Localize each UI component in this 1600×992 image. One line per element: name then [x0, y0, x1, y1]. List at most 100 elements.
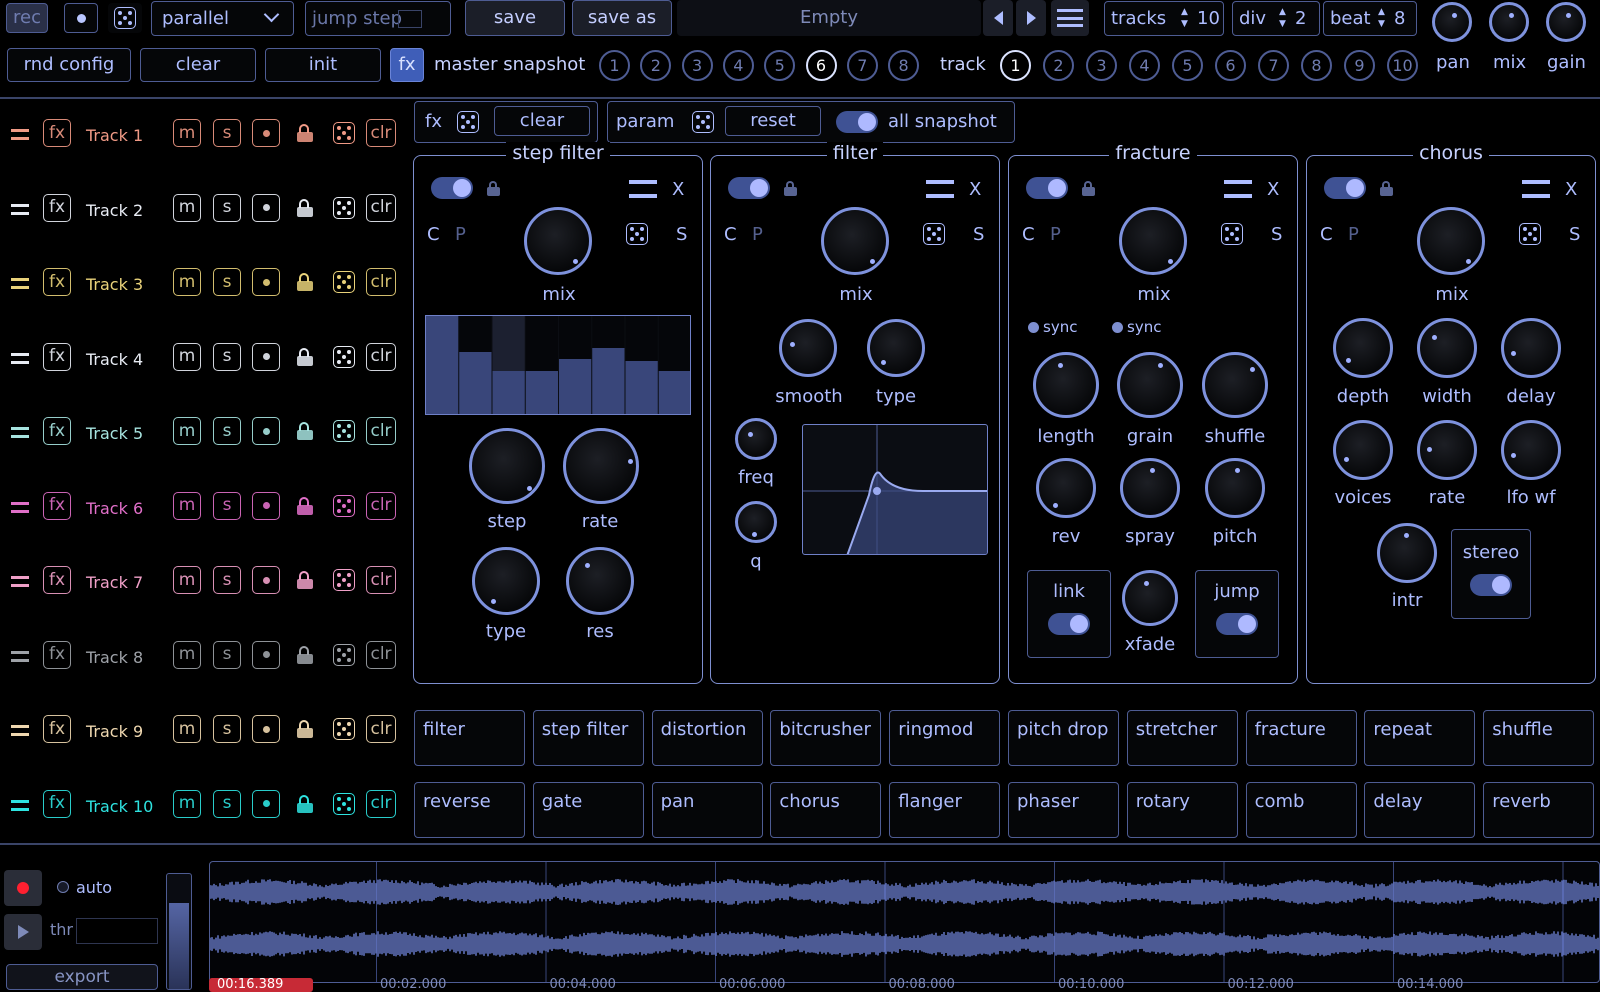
close-icon[interactable]: X	[969, 181, 981, 199]
random-button[interactable]	[108, 3, 142, 33]
filter-response-graph[interactable]	[802, 424, 988, 555]
track-clear-button[interactable]: clr	[366, 268, 396, 296]
track-random-button[interactable]	[333, 271, 355, 297]
reorder-handle-icon[interactable]	[629, 180, 657, 198]
track-solo-button[interactable]: s	[213, 342, 241, 371]
track-solo-button[interactable]: s	[213, 566, 241, 594]
track-fx-button[interactable]: fx	[43, 566, 71, 594]
lock-icon[interactable]	[296, 794, 314, 813]
track-record-button[interactable]	[252, 119, 280, 147]
fx-clear-button[interactable]: clear	[494, 106, 590, 136]
track-random-button[interactable]	[333, 420, 355, 446]
track-fx-button[interactable]: fx	[43, 119, 71, 147]
master-snapshot-8[interactable]: 8	[888, 50, 920, 81]
enable-toggle[interactable]	[1324, 177, 1366, 199]
reorder-handle-icon[interactable]	[926, 180, 954, 198]
mode-dropdown[interactable]: parallel	[151, 1, 294, 36]
mix-knob[interactable]	[1417, 207, 1485, 275]
track-clear-button[interactable]: clr	[366, 193, 396, 222]
track-record-button[interactable]	[252, 789, 280, 818]
track-fx-button[interactable]: fx	[43, 342, 71, 371]
thr-input[interactable]	[76, 918, 158, 944]
track-clear-button[interactable]: clr	[366, 491, 396, 520]
rate-knob[interactable]	[1417, 420, 1477, 480]
enable-toggle[interactable]	[431, 177, 473, 199]
track-clear-button[interactable]: clr	[366, 119, 396, 147]
step-bar[interactable]	[559, 359, 592, 415]
stepper-arrows-icon[interactable]: ▲ ▼	[1378, 6, 1385, 30]
track-fx-button[interactable]: fx	[43, 640, 71, 669]
lock-icon[interactable]	[296, 273, 314, 291]
fx-item-stretcher[interactable]: stretcher	[1126, 710, 1238, 766]
track-fx-button[interactable]: fx	[43, 491, 71, 520]
master-snapshot-5[interactable]: 5	[764, 50, 796, 81]
master-snapshot-6[interactable]: 6	[805, 50, 837, 81]
step-sequencer[interactable]	[425, 315, 691, 415]
type-knob[interactable]	[867, 319, 925, 377]
track-clear-button[interactable]: clr	[366, 342, 396, 371]
snapshot-s-button[interactable]: S	[973, 226, 984, 244]
reorder-handle-icon[interactable]	[1224, 180, 1252, 198]
track-mute-button[interactable]: m	[173, 640, 201, 669]
stepper-arrows-icon[interactable]: ▲ ▼	[1181, 6, 1188, 30]
fx-item-reverb[interactable]: reverb	[1483, 782, 1595, 838]
fx-item-pitch-drop[interactable]: pitch drop	[1008, 710, 1119, 766]
record-dot-button[interactable]	[64, 3, 98, 33]
track-mute-button[interactable]: m	[173, 789, 201, 818]
track-select-8[interactable]: 8	[1301, 50, 1332, 81]
master-gain-knob[interactable]	[1546, 2, 1586, 42]
track-record-button[interactable]	[252, 268, 280, 296]
fx-item-chorus[interactable]: chorus	[770, 782, 882, 838]
track-clear-button[interactable]: clr	[366, 640, 396, 669]
track-clear-button[interactable]: clr	[366, 417, 396, 445]
fx-item-pan[interactable]: pan	[651, 782, 763, 838]
track-mute-button[interactable]: m	[173, 193, 201, 222]
track-solo-button[interactable]: s	[213, 640, 241, 669]
track-solo-button[interactable]: s	[213, 268, 241, 296]
next-preset-button[interactable]	[1016, 0, 1046, 36]
snapshot-s-button[interactable]: S	[1271, 226, 1282, 244]
track-fx-button[interactable]: fx	[43, 789, 71, 818]
track-mute-button[interactable]: m	[173, 268, 201, 296]
lock-icon[interactable]	[783, 181, 798, 196]
close-icon[interactable]: X	[672, 181, 684, 199]
copy-button[interactable]: C	[1320, 226, 1333, 244]
play-button[interactable]	[4, 914, 42, 950]
track-mute-button[interactable]: m	[173, 342, 201, 371]
drag-handle-icon[interactable]	[11, 725, 29, 736]
master-snapshot-7[interactable]: 7	[846, 50, 878, 81]
fx-item-rotary[interactable]: rotary	[1126, 782, 1238, 838]
pitch-knob[interactable]	[1205, 458, 1265, 518]
track-fx-button[interactable]: fx	[43, 193, 71, 222]
fx-item-distortion[interactable]: distortion	[651, 710, 763, 766]
track-solo-button[interactable]: s	[213, 789, 241, 818]
track-mute-button[interactable]: m	[173, 119, 201, 147]
step-empty[interactable]	[625, 316, 658, 361]
intr-knob[interactable]	[1377, 523, 1437, 583]
copy-button[interactable]: C	[1022, 226, 1035, 244]
track-solo-button[interactable]: s	[213, 715, 241, 743]
step-empty[interactable]	[592, 316, 625, 348]
drag-handle-icon[interactable]	[11, 203, 29, 215]
panel-random-button[interactable]	[1519, 223, 1541, 249]
tracks-stepper[interactable]: tracks ▲ ▼ 10	[1104, 1, 1224, 36]
lock-icon[interactable]	[296, 571, 314, 589]
grain-knob[interactable]	[1117, 352, 1183, 418]
lock-icon[interactable]	[296, 198, 314, 217]
track-select-1[interactable]: 1	[1000, 50, 1031, 81]
prev-preset-button[interactable]	[983, 0, 1013, 36]
track-clear-button[interactable]: clr	[366, 789, 396, 818]
stereo-toggle[interactable]	[1470, 574, 1512, 596]
track-random-button[interactable]	[333, 494, 355, 521]
depth-knob[interactable]	[1333, 318, 1393, 378]
enable-toggle[interactable]	[728, 177, 770, 199]
paste-button[interactable]: P	[1348, 226, 1359, 244]
delay-knob[interactable]	[1501, 318, 1561, 378]
close-icon[interactable]: X	[1565, 181, 1577, 199]
jump-step-input[interactable]	[398, 10, 422, 28]
link-toggle[interactable]	[1048, 613, 1090, 635]
jump-step-field[interactable]: jump step	[305, 1, 451, 36]
dice-icon[interactable]	[457, 111, 479, 133]
rec-button[interactable]: rec	[6, 3, 48, 33]
res-knob[interactable]	[566, 547, 634, 615]
